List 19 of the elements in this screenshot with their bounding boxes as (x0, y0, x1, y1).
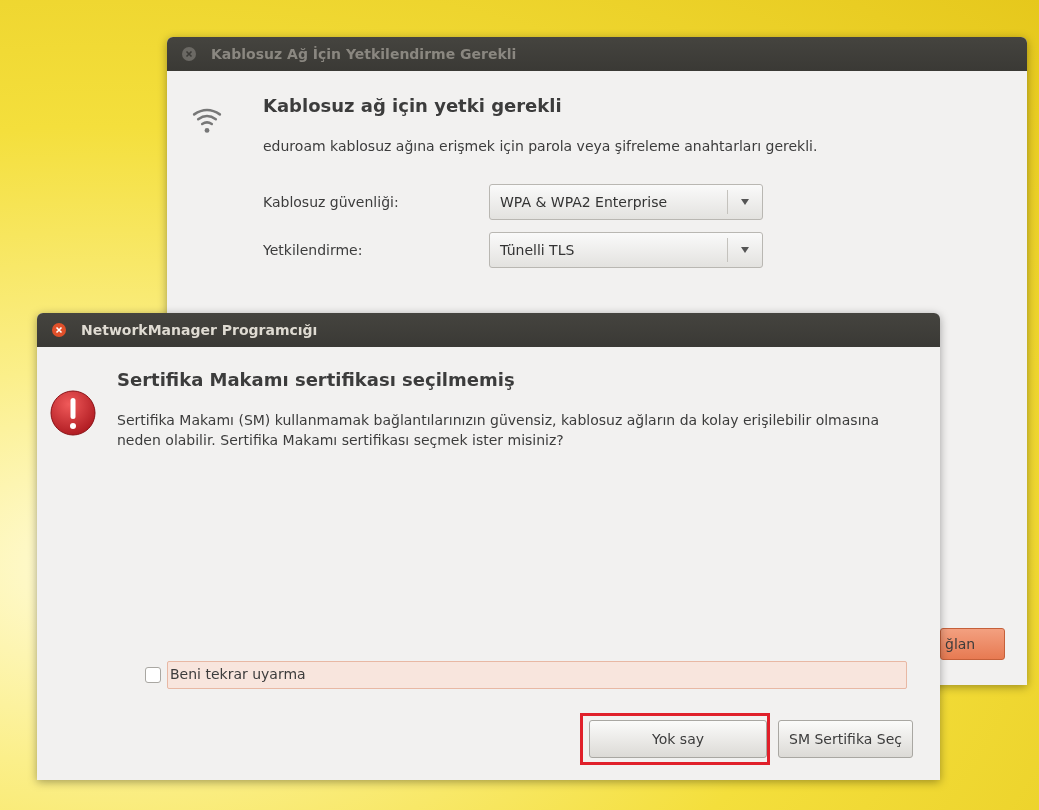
field-label: Yetkilendirme: (263, 242, 364, 258)
window-title: NetworkManager Programcığı (81, 322, 318, 338)
alert-heading: Sertifika Makamı sertifikası seçilmemiş (117, 369, 515, 390)
checkbox-label[interactable]: Beni tekrar uyarma (167, 661, 907, 689)
dropdown[interactable]: Tünelli TLS (489, 232, 763, 268)
connect-button[interactable]: ğlan (940, 628, 1005, 660)
dialog-message: eduroam kablosuz ağına erişmek için parola veya şifreleme anahtarları gerekli. (263, 138, 818, 154)
dialog-button[interactable]: Yok say (589, 720, 768, 758)
checkbox[interactable] (145, 667, 161, 683)
close-icon[interactable] (51, 322, 67, 338)
error-icon (49, 389, 97, 437)
field-label: Kablosuz güvenliği: (263, 194, 400, 210)
dialog-heading: Kablosuz ağ için yetki gerekli (263, 95, 562, 116)
caret-icon (740, 199, 750, 205)
dropdown[interactable]: WPA & WPA2 Enterprise (489, 184, 763, 220)
dialog-button[interactable]: SM Sertifika Seç (778, 720, 913, 758)
alert-message: Sertifika Makamı (SM) kullanmamak bağlantılarınızın güvensiz, kablosuz ağların da kolay erişilebilir olmasına neden olabilir. Sertifika Makamı sertifikası seçmek ister misiniz? (117, 411, 880, 450)
window-title: Kablosuz Ağ İçin Yetkilendirme Gerekli (211, 46, 517, 62)
caret-icon (740, 247, 750, 253)
